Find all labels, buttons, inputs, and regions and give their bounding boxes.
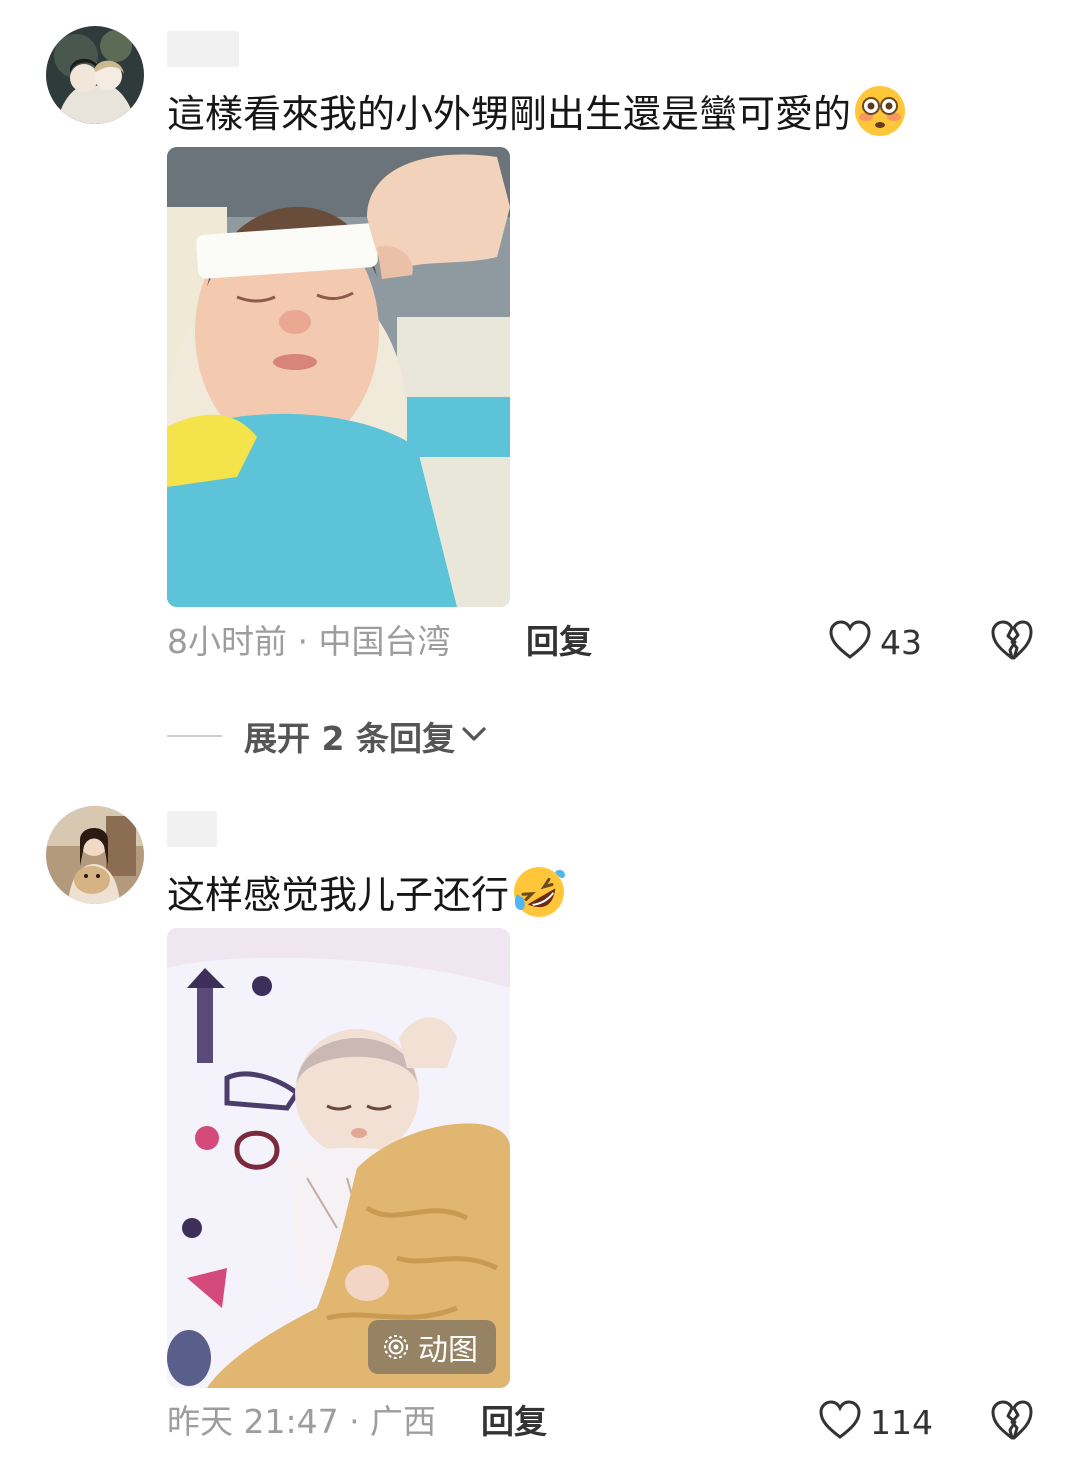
dislike-button[interactable] bbox=[990, 1398, 1034, 1446]
comment-photo[interactable] bbox=[167, 147, 510, 607]
reply-button[interactable]: 回复 bbox=[526, 622, 592, 662]
like-count: 43 bbox=[880, 622, 922, 662]
expand-replies[interactable]: 展开 2 条回复 bbox=[167, 712, 487, 760]
like-button[interactable]: 43 bbox=[828, 618, 922, 666]
chevron-down-icon bbox=[461, 724, 487, 748]
expand-replies-label: 展开 2 条回复 bbox=[244, 719, 455, 758]
rolling-on-floor-laughing-face-icon bbox=[511, 864, 567, 931]
username-placeholder bbox=[167, 811, 217, 847]
broken-heart-icon bbox=[990, 620, 1034, 666]
like-button[interactable]: 114 bbox=[818, 1398, 933, 1446]
dislike-button[interactable] bbox=[990, 618, 1034, 666]
like-count: 114 bbox=[870, 1402, 933, 1442]
username-placeholder bbox=[167, 31, 239, 67]
avatar[interactable] bbox=[46, 26, 144, 124]
heart-icon bbox=[828, 620, 872, 664]
gif-badge: 动图 bbox=[368, 1320, 496, 1374]
comment-text: 这样感觉我儿子还行 bbox=[167, 864, 567, 931]
comment-meta: 8小时前 · 中国台湾 bbox=[167, 622, 451, 661]
divider-line bbox=[167, 735, 222, 737]
reply-button[interactable]: 回复 bbox=[481, 1402, 547, 1442]
broken-heart-icon bbox=[990, 1400, 1034, 1446]
comment-photo[interactable]: 动图 bbox=[167, 928, 510, 1388]
avatar[interactable] bbox=[46, 806, 144, 904]
comment-meta: 昨天 21:47 · 广西 bbox=[167, 1402, 437, 1441]
gif-label: 动图 bbox=[418, 1333, 478, 1368]
flushed-face-icon bbox=[853, 84, 907, 149]
live-icon bbox=[382, 1333, 410, 1361]
heart-icon bbox=[818, 1400, 862, 1444]
comment-text: 這樣看來我的小外甥剛出生還是蠻可愛的 bbox=[167, 84, 907, 149]
